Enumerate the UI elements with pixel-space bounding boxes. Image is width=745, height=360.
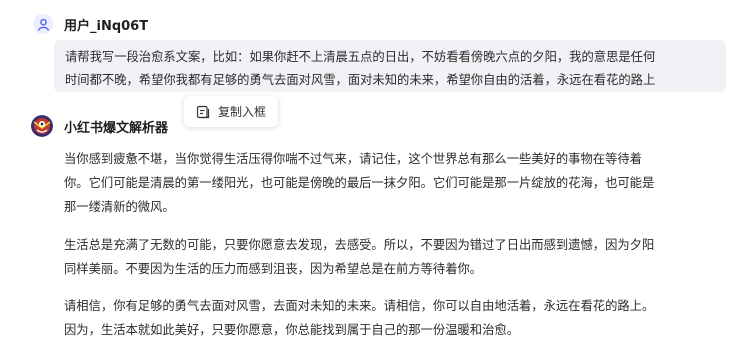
user-icon bbox=[37, 18, 49, 31]
reply-line: 那一缕清新的微风。 bbox=[64, 200, 175, 214]
reply-paragraph: 请相信，你有足够的勇气去面对风雪，去面对未知的未来。请相信，你可以自由地活着，永… bbox=[64, 294, 654, 342]
user-name: 用户_iNq06T bbox=[64, 18, 149, 34]
reply-paragraph: 当你感到疲惫不堪，当你觉得生活压得你喘不过气来，请记住，这个世界总有那么一些美好… bbox=[64, 147, 654, 219]
reply-line: 请相信，你有足够的勇气去面对风雪，去面对未知的未来。请相信，你可以自由地活着，永… bbox=[64, 299, 655, 313]
reply-line: 同样美丽。不要因为生活的压力而感到沮丧，因为希望总是在前方等待着你。 bbox=[64, 262, 483, 276]
copy-to-input-button[interactable]: 复制入框 bbox=[184, 96, 278, 127]
user-message-bubble: 请帮我写一段治愈系文案，比如：如果你赶不上清晨五点的日出，不妨看看傍晚六点的夕阳… bbox=[54, 40, 726, 92]
reply-line: 因为，生活本就如此美好，只要你愿意，你总能找到属于自己的那一份温暖和治愈。 bbox=[64, 323, 519, 337]
user-header: 用户_iNq06T bbox=[33, 14, 148, 34]
reply-line: 你。它们可能是清晨的第一缕阳光，也可能是傍晚的最后一抹夕阳。它们可能是那一片绽放… bbox=[64, 176, 655, 190]
copy-icon bbox=[196, 105, 210, 118]
reply-line: 当你感到疲惫不堪，当你觉得生活压得你喘不过气来，请记住，这个世界总有那么一些美好… bbox=[64, 152, 642, 166]
reply-paragraph: 生活总是充满了无数的可能，只要你愿意去发现，去感受。所以，不要因为错过了日出而感… bbox=[64, 233, 654, 281]
bot-avatar bbox=[31, 115, 53, 137]
chat-view: 用户_iNq06T 请帮我写一段治愈系文案，比如：如果你赶不上清晨五点的日出，不… bbox=[0, 0, 745, 360]
bot-header: 小红书爆文解析器 bbox=[31, 115, 168, 137]
user-message-line: 时间都不晚，希望你我都有足够的勇气去面对风雪，面对未知的未来，希望你自由的活着，… bbox=[65, 73, 656, 87]
user-avatar bbox=[33, 14, 53, 34]
bot-name: 小红书爆文解析器 bbox=[64, 120, 169, 136]
copy-to-input-label: 复制入框 bbox=[218, 105, 267, 119]
bot-avatar-emblem bbox=[31, 115, 53, 137]
reply-line: 生活总是充满了无数的可能，只要你愿意去发现，去感受。所以，不要因为错过了日出而感… bbox=[64, 238, 655, 252]
user-message-line: 请帮我写一段治愈系文案，比如：如果你赶不上清晨五点的日出，不妨看看傍晚六点的夕阳… bbox=[65, 50, 656, 64]
